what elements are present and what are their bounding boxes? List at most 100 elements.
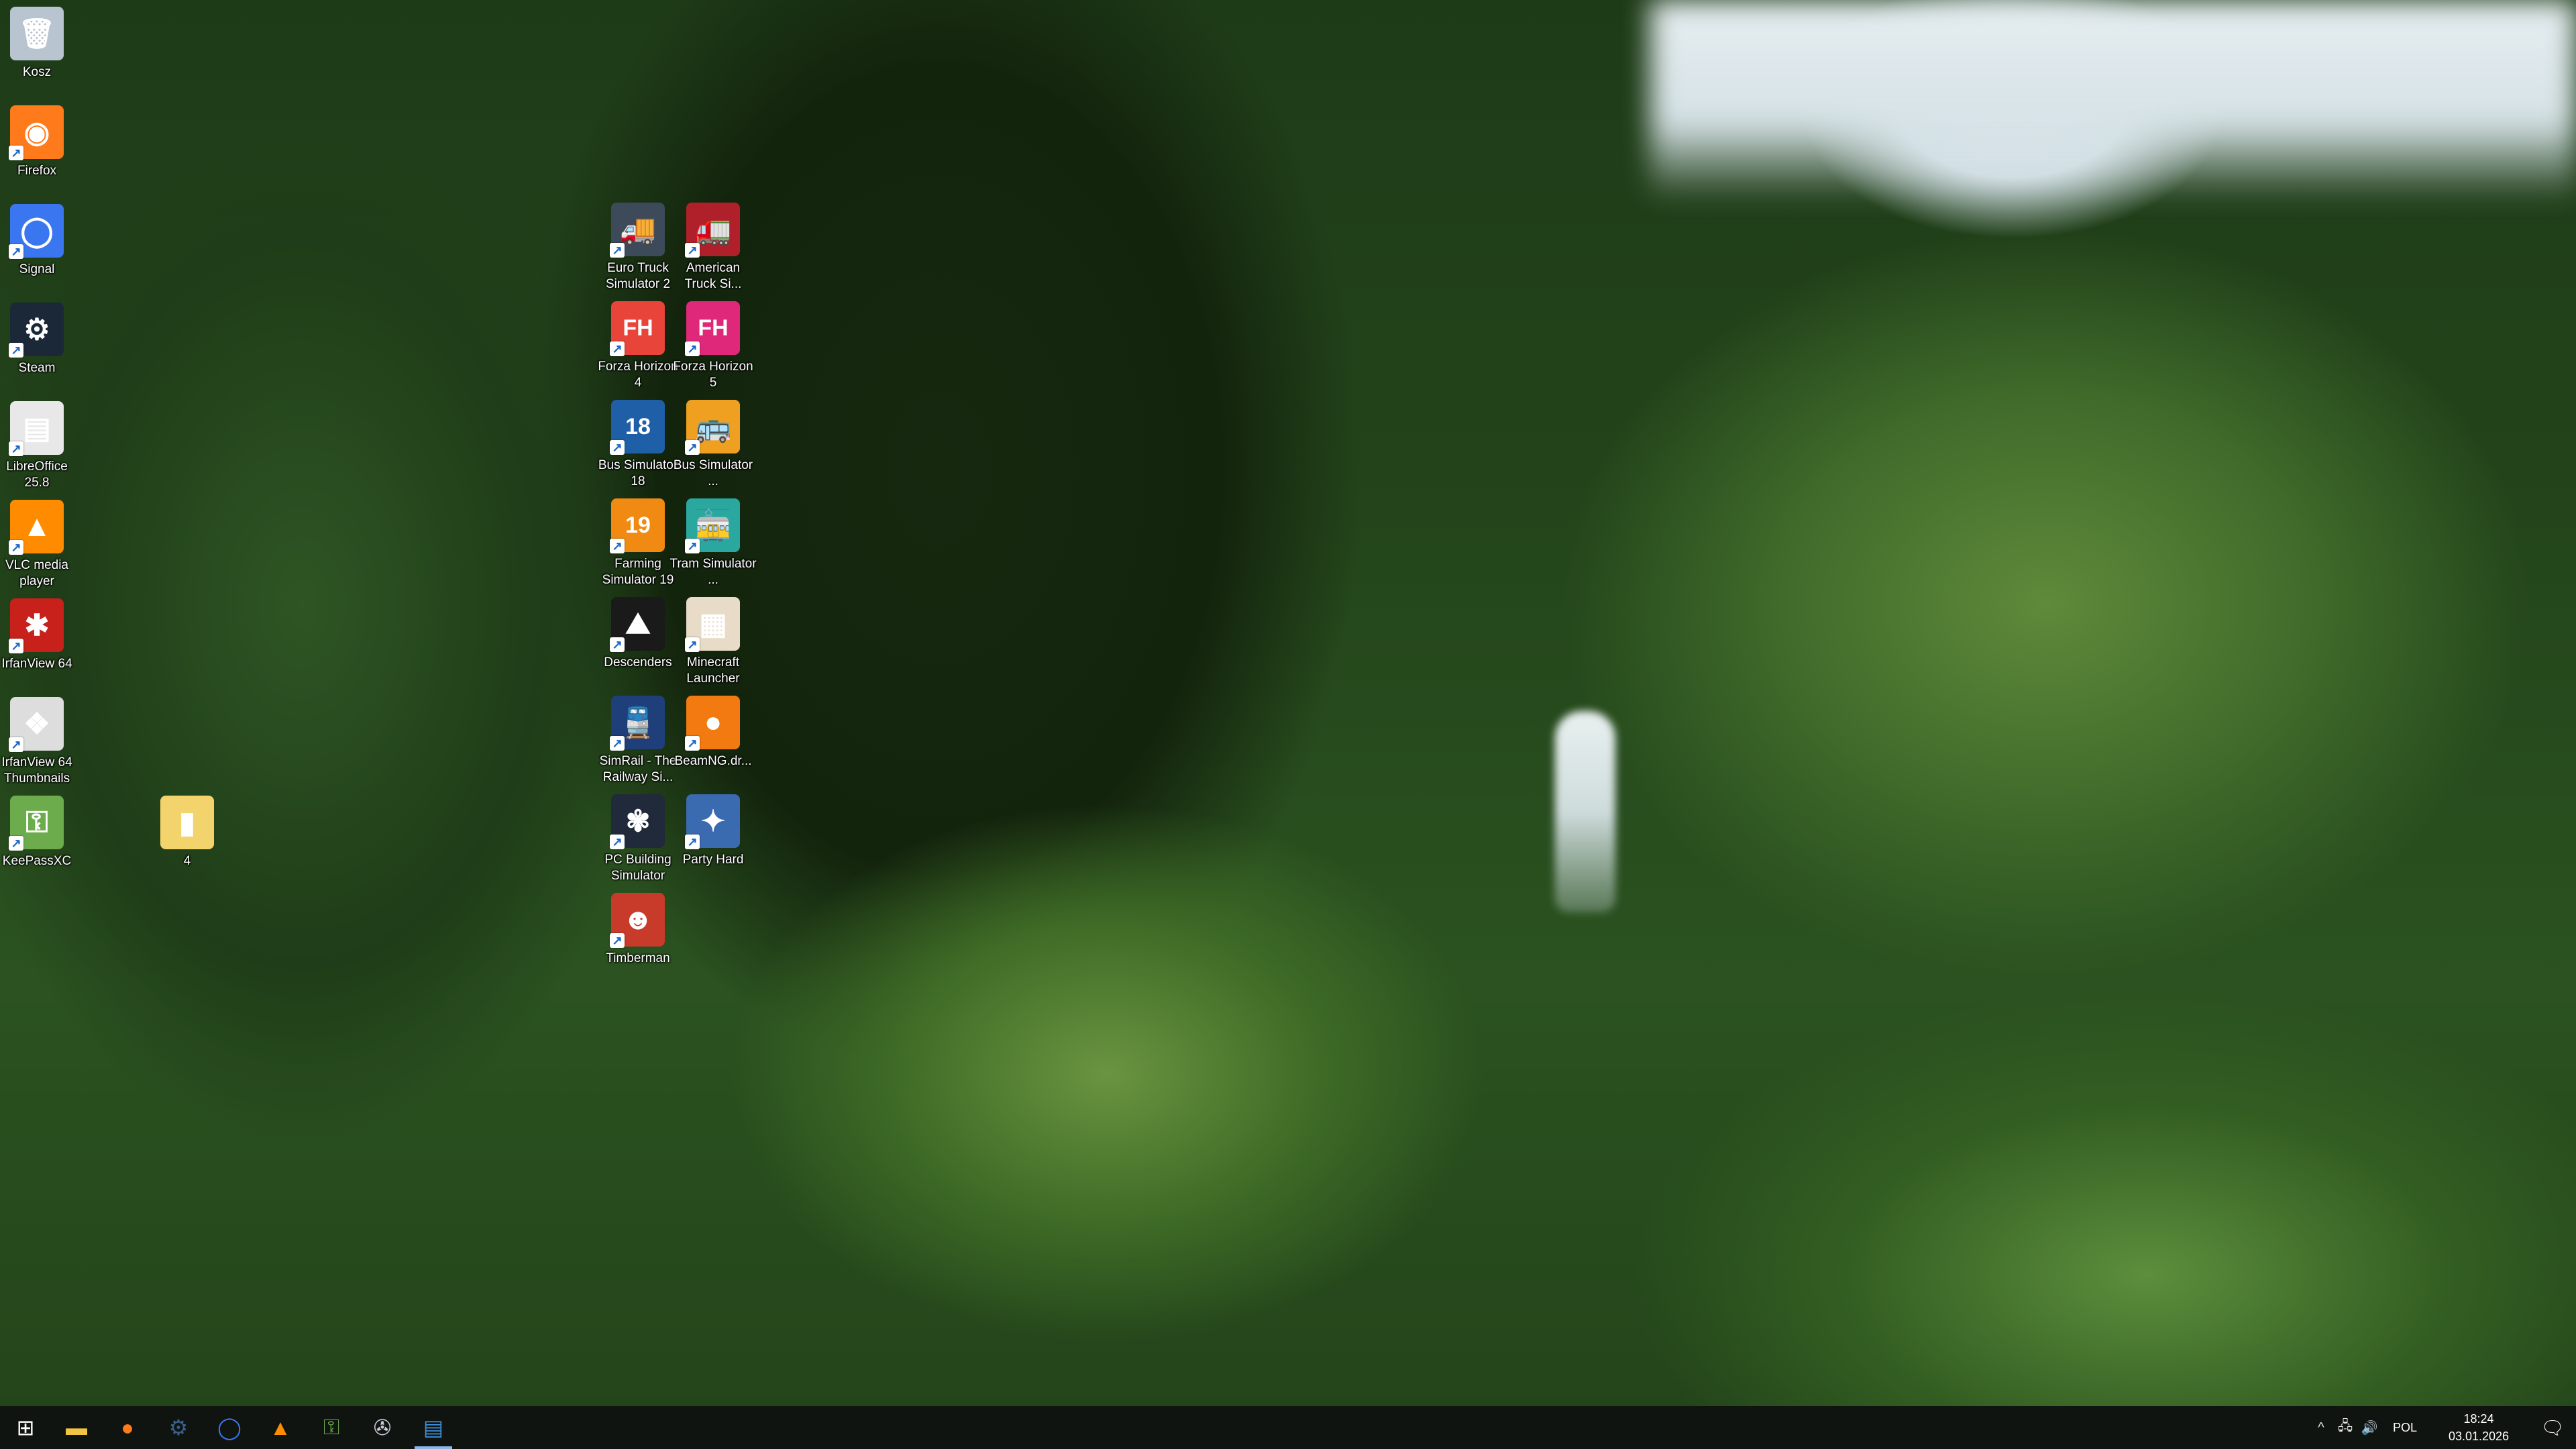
desktop-icon-simrail[interactable]: 🚆 ↗ SimRail - The Railway Si... xyxy=(594,696,682,786)
desktop-icon-irfanview-thumbnails[interactable]: ❖ ↗ IrfanView 64 Thumbnails xyxy=(0,697,80,787)
wallpaper-sky xyxy=(1650,0,2576,201)
shortcut-arrow-icon: ↗ xyxy=(9,343,23,358)
shortcut-arrow-icon: ↗ xyxy=(610,736,625,751)
euro-truck-simulator-2-icon: 🚚 ↗ xyxy=(610,203,665,258)
desktop-icon-steam[interactable]: ⚙ ↗ Steam xyxy=(0,303,80,376)
shortcut-arrow-icon: ↗ xyxy=(685,440,700,455)
desktop-icon-label: Farming Simulator 19 xyxy=(602,557,674,587)
desktop-icon-vlc[interactable]: ▲ ↗ VLC media player xyxy=(0,500,80,590)
file-explorer-icon: ▬ xyxy=(66,1415,87,1440)
irfanview-icon: ✱ ↗ xyxy=(9,598,64,653)
desktop-icon-forza-horizon-5[interactable]: FH ↗ Forza Horizon 5 xyxy=(669,301,757,391)
desktop-icon-label: Firefox xyxy=(17,164,57,178)
desktop-icon-label: LibreOffice 25.8 xyxy=(6,460,68,490)
vlc-icon: ▲ xyxy=(270,1415,291,1440)
start-button[interactable]: ⊞ xyxy=(0,1406,51,1449)
desktop-icon-label: Bus Simulator ... xyxy=(673,458,753,488)
shortcut-arrow-icon: ↗ xyxy=(9,441,23,456)
firefox-icon: ◉ ↗ xyxy=(9,105,64,160)
steam-icon: ⚙ ↗ xyxy=(9,303,64,358)
signal-icon: ◯ ↗ xyxy=(9,204,64,259)
libreoffice-icon: ▤ ↗ xyxy=(9,401,64,456)
american-truck-simulator-icon: 🚛 ↗ xyxy=(685,203,740,258)
taskbar-app[interactable]: ✇ xyxy=(357,1406,408,1449)
desktop-icon-bus-simulator-18[interactable]: 18 ↗ Bus Simulator 18 xyxy=(594,400,682,490)
desktop-icon-firefox[interactable]: ◉ ↗ Firefox xyxy=(0,105,80,179)
taskbar-file-explorer[interactable]: ▬ xyxy=(51,1406,102,1449)
desktop-icon-forza-horizon-4[interactable]: FH ↗ Forza Horizon 4 xyxy=(594,301,682,391)
shortcut-arrow-icon: ↗ xyxy=(610,933,625,948)
desktop-icon-label: Forza Horizon 4 xyxy=(598,360,678,390)
taskbar: ⊞ ▬ ● ⚙ ◯ ▲ ⚿ ✇ ▤ ^ 🖧 🔊 POL 18:24 03.01.2026 🗨 xyxy=(0,1406,2576,1449)
desktop-icon-party-hard[interactable]: ✦ ↗ Party Hard xyxy=(669,794,757,868)
shortcut-arrow-icon: ↗ xyxy=(9,836,23,851)
recycle-bin-icon: 🗑 xyxy=(10,7,64,60)
desktop-icon-keepassxc[interactable]: ⚿ ↗ KeePassXC xyxy=(0,796,80,869)
party-hard-icon: ✦ ↗ xyxy=(685,794,740,849)
steam-icon: ⚙ xyxy=(168,1415,189,1440)
clock-date: 03.01.2026 xyxy=(2448,1430,2510,1443)
desktop-icon-irfanview[interactable]: ✱ ↗ IrfanView 64 xyxy=(0,598,80,672)
taskbar-steam[interactable]: ⚙ xyxy=(153,1406,204,1449)
action-center-icon[interactable]: 🗨 xyxy=(2529,1417,2576,1439)
shortcut-arrow-icon: ↗ xyxy=(610,243,625,258)
desktop-icon-farming-simulator-19[interactable]: 19 ↗ Farming Simulator 19 xyxy=(594,498,682,588)
taskbar-notepad[interactable]: ▤ xyxy=(408,1406,459,1449)
forza-horizon-4-icon: FH ↗ xyxy=(610,301,665,356)
pc-building-simulator-icon: ✾ ↗ xyxy=(610,794,665,849)
desktop-icon-pc-building-simulator[interactable]: ✾ ↗ PC Building Simulator xyxy=(594,794,682,884)
desktop-icon-timberman[interactable]: ☻ ↗ Timberman xyxy=(594,893,682,967)
desktop-icon-label: American Truck Si... xyxy=(684,261,742,291)
volume-icon[interactable]: 🔊 xyxy=(2357,1419,2381,1436)
desktop-icon-recycle-bin[interactable]: 🗑 Kosz xyxy=(0,7,80,80)
taskbar-signal[interactable]: ◯ xyxy=(204,1406,255,1449)
shortcut-arrow-icon: ↗ xyxy=(610,637,625,652)
firefox-icon: ● xyxy=(121,1415,134,1440)
desktop-icon-label: Steam xyxy=(18,361,56,375)
farming-simulator-19-icon: 19 ↗ xyxy=(610,498,665,553)
shortcut-arrow-icon: ↗ xyxy=(685,736,700,751)
desktop-icon-descenders[interactable]: ⛰ ↗ Descenders xyxy=(594,597,682,671)
network-icon[interactable]: 🖧 xyxy=(2333,1416,2357,1439)
desktop-icon-label: IrfanView 64 Thumbnails xyxy=(1,755,72,786)
desktop-icon-label: VLC media player xyxy=(5,558,68,588)
desktop-icon-label: Tram Simulator ... xyxy=(669,557,757,587)
desktop-icon-label: IrfanView 64 xyxy=(1,657,72,671)
timberman-icon: ☻ ↗ xyxy=(610,893,665,948)
clock-time: 18:24 xyxy=(2463,1412,2494,1426)
desktop-icon-tram-simulator[interactable]: 🚋 ↗ Tram Simulator ... xyxy=(669,498,757,588)
shortcut-arrow-icon: ↗ xyxy=(610,835,625,849)
desktop-icon-label: KeePassXC xyxy=(2,854,72,868)
desktop-icon-label: BeamNG.dr... xyxy=(674,754,752,768)
shortcut-arrow-icon: ↗ xyxy=(685,835,700,849)
desktop-icon-bus-simulator[interactable]: 🚌 ↗ Bus Simulator ... xyxy=(669,400,757,490)
taskbar-firefox[interactable]: ● xyxy=(102,1406,153,1449)
desktop-icon-euro-truck-simulator-2[interactable]: 🚚 ↗ Euro Truck Simulator 2 xyxy=(594,203,682,292)
desktop-icon-label: Timberman xyxy=(606,951,670,965)
desktop-icon-libreoffice[interactable]: ▤ ↗ LibreOffice 25.8 xyxy=(0,401,80,491)
desktop-icon-signal[interactable]: ◯ ↗ Signal xyxy=(0,204,80,278)
desktop-wallpaper xyxy=(0,0,2576,1406)
signal-icon: ◯ xyxy=(217,1415,241,1440)
shortcut-arrow-icon: ↗ xyxy=(685,539,700,553)
shortcut-arrow-icon: ↗ xyxy=(685,243,700,258)
bus-simulator-icon: 🚌 ↗ xyxy=(685,400,740,455)
show-hidden-icons-chevron-icon[interactable]: ^ xyxy=(2309,1420,2333,1436)
input-language-indicator[interactable]: POL xyxy=(2381,1421,2428,1435)
app-icon: ✇ xyxy=(373,1415,392,1440)
shortcut-arrow-icon: ↗ xyxy=(610,341,625,356)
windows-start-icon: ⊞ xyxy=(16,1415,35,1440)
shortcut-arrow-icon: ↗ xyxy=(9,244,23,259)
taskbar-keepassxc[interactable]: ⚿ xyxy=(306,1406,357,1449)
desktop-icon-label: Euro Truck Simulator 2 xyxy=(605,261,671,291)
desktop-icon-label: Descenders xyxy=(604,655,672,669)
desktop-icon-folder[interactable]: ▮ 4 xyxy=(144,796,231,869)
desktop-icon-beamng[interactable]: ● ↗ BeamNG.dr... xyxy=(669,696,757,769)
clock[interactable]: 18:24 03.01.2026 xyxy=(2428,1410,2529,1445)
tram-simulator-icon: 🚋 ↗ xyxy=(685,498,740,553)
system-tray: ^ 🖧 🔊 POL 18:24 03.01.2026 🗨 xyxy=(2309,1406,2576,1449)
desktop-icon-minecraft-launcher[interactable]: ▦ ↗ Minecraft Launcher xyxy=(669,597,757,687)
irfanview-thumbnails-icon: ❖ ↗ xyxy=(9,697,64,752)
desktop-icon-american-truck-simulator[interactable]: 🚛 ↗ American Truck Si... xyxy=(669,203,757,292)
taskbar-vlc[interactable]: ▲ xyxy=(255,1406,306,1449)
